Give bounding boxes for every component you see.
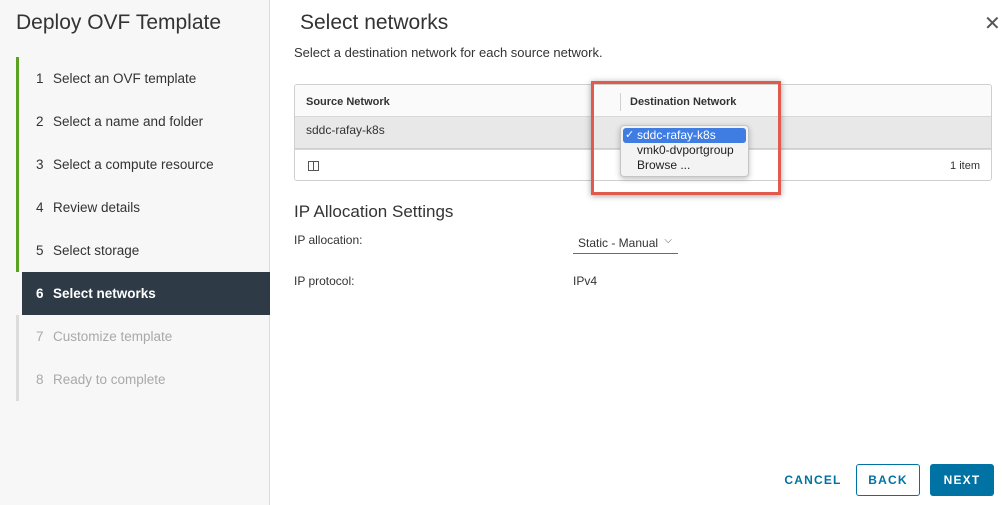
step-number: 1: [36, 71, 44, 86]
ip-allocation-label: IP allocation:: [294, 233, 363, 247]
step-label: Customize template: [53, 329, 173, 344]
item-count: 1 item: [950, 160, 980, 172]
ip-allocation-value: Static - Manual: [578, 236, 659, 250]
step-customize-template: 7 Customize template: [16, 315, 270, 358]
grid-header: Source Network Destination Network: [295, 85, 991, 117]
wizard-title: Deploy OVF Template: [16, 11, 222, 34]
page-title: Select networks: [300, 11, 449, 34]
step-number: 5: [36, 243, 44, 258]
chevron-down-icon: ⌵: [664, 235, 672, 246]
dropdown-option-label: Browse ...: [637, 158, 691, 172]
step-select-networks[interactable]: 6 Select networks: [22, 272, 270, 315]
checkmark-icon: ✓: [625, 129, 635, 141]
column-header-source-network[interactable]: Source Network: [306, 96, 390, 108]
step-number: 3: [36, 157, 44, 172]
close-icon[interactable]: ✕: [984, 14, 1001, 34]
dropdown-option-vmk0-dvportgroup[interactable]: vmk0-dvportgroup: [623, 143, 746, 158]
step-review-details[interactable]: 4 Review details: [16, 186, 270, 229]
ip-protocol-value: IPv4: [573, 274, 598, 288]
step-label: Select a compute resource: [53, 157, 214, 172]
column-toggle-icon[interactable]: [308, 161, 319, 171]
page-subtitle: Select a destination network for each so…: [294, 45, 603, 60]
step-label: Review details: [53, 200, 141, 215]
step-select-ovf-template[interactable]: 1 Select an OVF template: [16, 57, 270, 100]
step-label: Ready to complete: [53, 372, 166, 387]
step-select-compute-resource[interactable]: 3 Select a compute resource: [16, 143, 270, 186]
dropdown-option-label: vmk0-dvportgroup: [637, 143, 734, 157]
destination-network-dropdown[interactable]: ✓ sddc-rafay-k8s vmk0-dvportgroup Browse…: [620, 125, 749, 177]
step-label: Select a name and folder: [53, 114, 204, 129]
step-number: 8: [36, 372, 44, 387]
dropdown-option-browse[interactable]: Browse ...: [623, 158, 746, 173]
step-label: Select networks: [53, 286, 156, 301]
ip-allocation-select[interactable]: Static - Manual ⌵: [573, 233, 678, 254]
ip-protocol-label: IP protocol:: [294, 274, 355, 288]
column-separator[interactable]: [620, 93, 621, 111]
wizard-sidebar: Deploy OVF Template 1 Select an OVF temp…: [0, 0, 270, 505]
step-label: Select storage: [53, 243, 140, 258]
wizard-steps: 1 Select an OVF template 2 Select a name…: [16, 57, 270, 401]
step-number: 2: [36, 114, 44, 129]
next-button[interactable]: NEXT: [930, 464, 994, 496]
column-header-destination-network[interactable]: Destination Network: [630, 96, 736, 108]
step-select-storage[interactable]: 5 Select storage: [16, 229, 270, 272]
step-number: 4: [36, 200, 44, 215]
back-button[interactable]: BACK: [856, 464, 920, 496]
step-ready-to-complete: 8 Ready to complete: [16, 358, 270, 401]
step-number: 6: [36, 286, 44, 301]
step-label: Select an OVF template: [53, 71, 197, 86]
cancel-button[interactable]: CANCEL: [779, 464, 847, 496]
source-network-cell: sddc-rafay-k8s: [306, 123, 385, 137]
ip-allocation-section-title: IP Allocation Settings: [294, 202, 454, 221]
step-select-name-folder[interactable]: 2 Select a name and folder: [16, 100, 270, 143]
dropdown-option-label: sddc-rafay-k8s: [637, 128, 716, 142]
dropdown-option-sddc-rafay-k8s[interactable]: ✓ sddc-rafay-k8s: [623, 128, 746, 143]
step-number: 7: [36, 329, 44, 344]
